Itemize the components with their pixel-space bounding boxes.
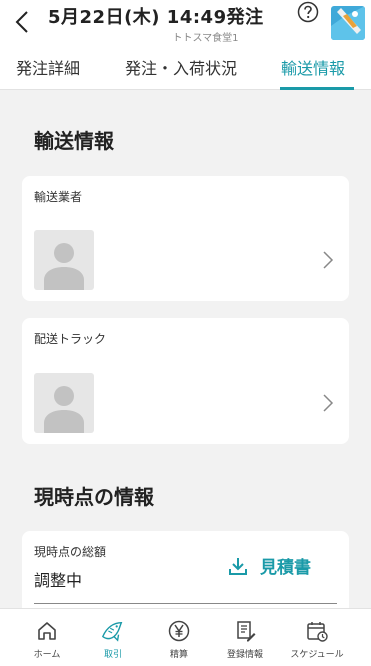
help-button[interactable]: [297, 1, 319, 23]
divider: [34, 603, 337, 604]
nav-settlement-label: 精算: [169, 650, 188, 660]
nav-settlement[interactable]: 精算: [142, 609, 216, 666]
tab-transport-info[interactable]: 輸送情報: [281, 44, 345, 90]
tab-bar: 発注詳細 発注・入荷状況 輸送情報: [0, 44, 371, 90]
question-icon: [297, 1, 319, 23]
current-total-value: 調整中: [34, 571, 83, 590]
edit-document-icon: [237, 621, 256, 642]
store-name: トトスマ食堂1: [172, 33, 239, 44]
truck-photo: [34, 373, 94, 433]
nav-home[interactable]: ホーム: [10, 609, 84, 666]
page-title: 5月22日(木) 14:49発注: [48, 7, 264, 28]
download-icon: [229, 557, 247, 575]
home-icon: [38, 622, 56, 640]
chevron-right-icon: [323, 251, 334, 269]
bottom-nav: ホーム 取引 精算 登録情報 スケジュール: [0, 608, 371, 666]
carrier-card[interactable]: 輸送業者: [22, 176, 349, 301]
truck-label: 配送トラック: [34, 332, 107, 346]
tab-order-details[interactable]: 発注詳細: [16, 44, 80, 90]
tab-order-status[interactable]: 発注・入荷状況: [125, 44, 237, 90]
nav-schedule[interactable]: スケジュール: [280, 609, 354, 666]
transport-section-title: 輸送情報: [34, 129, 114, 153]
calendar-clock-icon: [307, 622, 328, 642]
estimate-button[interactable]: 見積書: [228, 553, 311, 578]
nav-schedule-label: スケジュール: [290, 650, 344, 660]
carrier-label: 輸送業者: [34, 190, 83, 204]
person-placeholder-icon: [44, 243, 84, 290]
nav-registration-label: 登録情報: [226, 650, 263, 660]
current-total-label: 現時点の総額: [34, 545, 107, 559]
chevron-right-icon: [323, 394, 334, 412]
truck-card[interactable]: 配送トラック: [22, 318, 349, 444]
avatar-image-icon: [331, 6, 365, 40]
fish-icon: [102, 621, 123, 642]
estimate-label: 見積書: [260, 558, 311, 578]
nav-trade-label: 取引: [103, 650, 122, 660]
nav-home-label: ホーム: [33, 650, 61, 660]
user-avatar[interactable]: [331, 6, 365, 40]
nav-trade[interactable]: 取引: [76, 609, 150, 666]
app-header: 5月22日(木) 14:49発注 トトスマ食堂1: [0, 0, 371, 44]
current-info-section-title: 現時点の情報: [34, 485, 154, 509]
person-placeholder-icon: [44, 386, 84, 433]
yen-icon: [168, 620, 190, 642]
nav-registration[interactable]: 登録情報: [208, 609, 282, 666]
active-tab-indicator: [280, 87, 354, 90]
carrier-photo: [34, 230, 94, 290]
